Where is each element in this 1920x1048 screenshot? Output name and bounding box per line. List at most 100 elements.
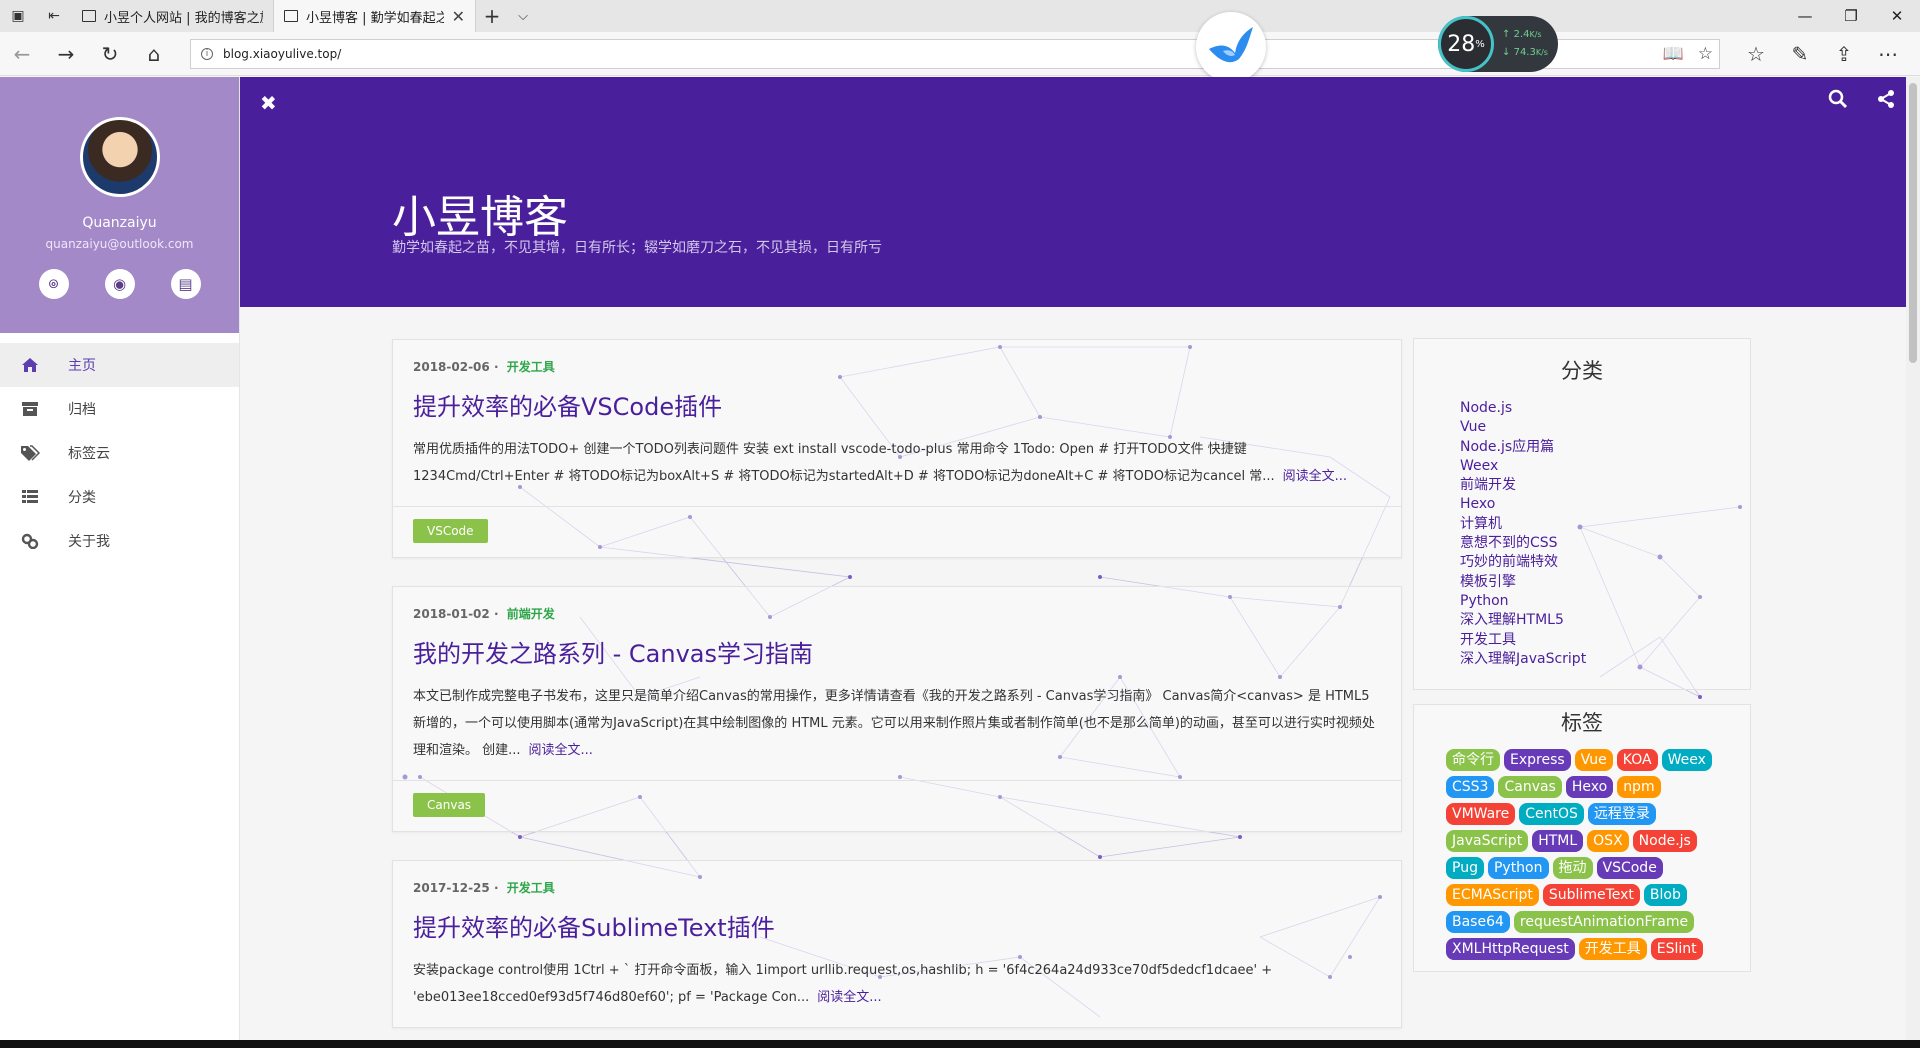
pen-icon[interactable]: ✎ <box>1778 42 1822 66</box>
post-title[interactable]: 提升效率的必备VSCode插件 <box>413 387 1381 422</box>
tag-link[interactable]: 远程登录 <box>1587 803 1656 825</box>
tag-link[interactable]: KOA <box>1616 749 1658 771</box>
forward-arrow-icon[interactable]: → <box>44 32 88 76</box>
tag-link[interactable]: Hexo <box>1565 776 1614 798</box>
read-more-link[interactable]: 阅读全文... <box>529 743 593 758</box>
home-icon[interactable]: ⌂ <box>132 32 176 76</box>
book-icon[interactable]: ▤ <box>170 269 201 299</box>
upload-rate: 2.4 <box>1513 29 1530 40</box>
sidebar-item-categories[interactable]: 分类 <box>0 475 239 519</box>
sidebar-item-label: 标签云 <box>68 446 110 462</box>
cpu-percent-unit: % <box>1475 38 1485 50</box>
close-tab-icon[interactable]: ✕ <box>452 7 465 26</box>
archive-icon <box>20 401 40 417</box>
scrollbar-thumb[interactable] <box>1909 83 1917 363</box>
tag-link[interactable]: Node.js <box>1632 830 1697 852</box>
vertical-scrollbar[interactable] <box>1906 77 1920 1040</box>
author-email[interactable]: quanzaiyu@outlook.com <box>0 237 239 251</box>
close-sidebar-icon[interactable]: ✖ <box>260 91 277 115</box>
sidebar-item-tags[interactable]: 标签云 <box>0 431 239 475</box>
restore-icon[interactable]: ❐ <box>1828 0 1874 32</box>
post-excerpt: 常用优质插件的用法TODO+ 创建一个TODO列表问题件 安装 ext inst… <box>413 436 1381 490</box>
tag-link[interactable]: CSS3 <box>1446 776 1495 798</box>
post-title[interactable]: 提升效率的必备SublimeText插件 <box>413 908 1381 943</box>
tag-link[interactable]: CentOS <box>1519 803 1584 825</box>
category-link[interactable]: 巧妙的前端特效 <box>1460 553 1750 572</box>
category-link[interactable]: Python <box>1460 592 1750 611</box>
category-link[interactable]: 计算机 <box>1460 515 1750 534</box>
tab-actions-icon[interactable]: ▣ <box>0 0 36 32</box>
post-date: 2018-01-02 <box>413 607 490 621</box>
category-link[interactable]: Weex <box>1460 457 1750 476</box>
tag-link[interactable]: VSCode <box>1596 857 1663 879</box>
post-category[interactable]: 开发工具 <box>507 360 555 374</box>
more-icon[interactable]: ⋯ <box>1866 42 1910 66</box>
tag-link[interactable]: requestAnimationFrame <box>1513 911 1695 933</box>
share-icon[interactable] <box>1876 89 1896 114</box>
category-link[interactable]: Vue <box>1460 418 1750 437</box>
tag-link[interactable]: npm <box>1617 776 1661 798</box>
window-controls: — ❐ ✕ <box>1782 0 1920 32</box>
tag-link[interactable]: XMLHttpRequest <box>1446 938 1575 960</box>
tag-link[interactable]: Express <box>1504 749 1571 771</box>
sidebar-item-home[interactable]: 主页 <box>0 343 239 387</box>
tab-personal-site[interactable]: 小昱个人网站 | 我的博客之旅 <box>72 0 274 32</box>
post-excerpt: 安装package control使用 1Ctrl + ` 打开命令面板，输入 … <box>413 957 1381 1011</box>
sidebar-item-about[interactable]: 关于我 <box>0 519 239 563</box>
category-link[interactable]: 开发工具 <box>1460 631 1750 650</box>
tag-link[interactable]: 开发工具 <box>1578 938 1647 960</box>
tag-link[interactable]: OSX <box>1587 830 1629 852</box>
tag-link[interactable]: 拖动 <box>1552 857 1593 879</box>
tag-link[interactable]: 命令行 <box>1446 749 1500 771</box>
category-link[interactable]: 前端开发 <box>1460 476 1750 495</box>
up-arrow-icon: ↑ <box>1502 29 1511 40</box>
back-arrow-icon[interactable]: ← <box>0 32 44 76</box>
search-icon[interactable] <box>1828 89 1848 114</box>
tag-link[interactable]: Canvas <box>1498 776 1562 798</box>
window-close-icon[interactable]: ✕ <box>1874 0 1920 32</box>
category-link[interactable]: 模板引擎 <box>1460 573 1750 592</box>
favorite-star-icon[interactable]: ☆ <box>1698 44 1713 64</box>
weibo-icon[interactable]: ◉ <box>104 269 135 299</box>
refresh-icon[interactable]: ↻ <box>88 32 132 76</box>
share-icon[interactable]: ⇪ <box>1822 42 1866 66</box>
tab-blog[interactable]: 小昱博客 | 勤学如春起之苗 ✕ <box>274 0 476 32</box>
reading-view-icon[interactable]: 📖 <box>1663 44 1684 64</box>
new-tab-button[interactable]: + <box>476 0 508 32</box>
tag-link[interactable]: JavaScript <box>1446 830 1529 852</box>
set-aside-tabs-icon[interactable]: ⇤ <box>36 0 72 32</box>
read-more-link[interactable]: 阅读全文... <box>1283 469 1347 484</box>
category-link[interactable]: 深入理解HTML5 <box>1460 611 1750 630</box>
tag-link[interactable]: SublimeText <box>1542 884 1640 906</box>
github-icon[interactable]: ⌾ <box>38 269 69 299</box>
category-link[interactable]: 意想不到的CSS <box>1460 534 1750 553</box>
tag-link[interactable]: Weex <box>1661 749 1712 771</box>
tag-link[interactable]: VMWare <box>1446 803 1516 825</box>
tag-link[interactable]: Pug <box>1446 857 1484 879</box>
tag-cloud: 命令行 Express Vue KOA Weex CSS3 Canvas Hexo npm VMW… <box>1446 749 1732 960</box>
avatar[interactable] <box>79 117 160 197</box>
post-tag-button[interactable]: VSCode <box>413 519 488 543</box>
category-link[interactable]: Node.js应用篇 <box>1460 438 1750 457</box>
read-more-link[interactable]: 阅读全文... <box>817 990 881 1005</box>
category-link[interactable]: Hexo <box>1460 495 1750 514</box>
minimize-icon[interactable]: — <box>1782 0 1828 32</box>
post-tag-button[interactable]: Canvas <box>413 793 486 817</box>
post-category[interactable]: 开发工具 <box>507 881 555 895</box>
tag-link[interactable]: HTML <box>1532 830 1584 852</box>
sidebar-item-archive[interactable]: 归档 <box>0 387 239 431</box>
tab-list-chevron-icon[interactable]: ⌵ <box>508 0 538 32</box>
tag-link[interactable]: Blob <box>1643 884 1687 906</box>
tag-link[interactable]: Base64 <box>1446 911 1510 933</box>
category-link[interactable]: Node.js <box>1460 399 1750 418</box>
tag-link[interactable]: Vue <box>1574 749 1613 771</box>
favorites-hub-icon[interactable]: ☆ <box>1734 42 1778 66</box>
post-category[interactable]: 前端开发 <box>507 607 555 621</box>
tag-link[interactable]: ESlint <box>1650 938 1703 960</box>
category-link[interactable]: 深入理解JavaScript <box>1460 650 1750 669</box>
bird-logo-icon[interactable] <box>1196 12 1266 82</box>
post-title[interactable]: 我的开发之路系列 - Canvas学习指南 <box>413 634 1381 669</box>
tag-link[interactable]: Python <box>1487 857 1549 879</box>
info-icon[interactable]: i <box>201 47 213 60</box>
tag-link[interactable]: ECMAScript <box>1446 884 1539 906</box>
